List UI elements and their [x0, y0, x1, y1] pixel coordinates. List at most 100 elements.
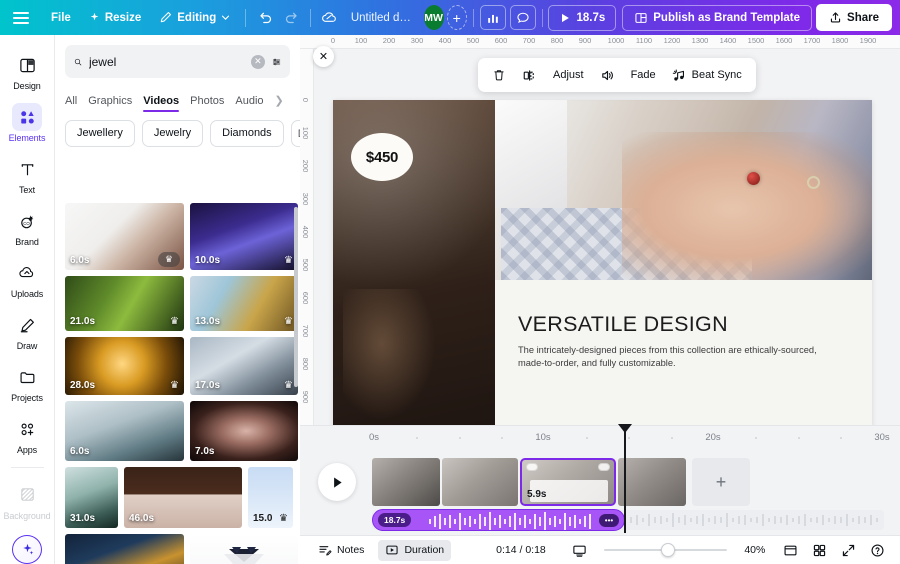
design-canvas[interactable]: $450 VERSATILE DESIGN The intricately-de…	[333, 100, 872, 443]
video-thumbnail[interactable]: 7.0s	[190, 401, 298, 461]
video-thumbnail[interactable]: 21.0s ♛	[65, 276, 184, 331]
panel-scrollbar[interactable]	[294, 207, 298, 387]
price-badge[interactable]: $450	[351, 133, 413, 181]
sidebar-item-draw[interactable]: Draw	[2, 305, 53, 355]
chip-jewelry[interactable]: Jewelry	[141, 120, 204, 147]
vertical-ruler[interactable]: 0 100 200 300 400 500 600 700 800 900 10…	[300, 49, 314, 447]
search-icon	[74, 58, 82, 65]
tab-graphics[interactable]: Graphics	[88, 95, 132, 112]
sidebar-item-uploads[interactable]: Uploads	[2, 253, 53, 303]
video-thumbnail[interactable]: 31.0s	[65, 467, 118, 528]
zoom-level[interactable]: 40%	[744, 544, 765, 556]
video-thumbnail[interactable]: 8.0s ♛	[65, 534, 184, 564]
duration-button[interactable]: Duration	[378, 539, 452, 561]
hamburger-menu-button[interactable]	[8, 5, 34, 31]
document-title[interactable]: Untitled desig…	[343, 12, 424, 24]
zoom-slider-handle[interactable]	[660, 543, 675, 557]
flip-button[interactable]	[515, 63, 544, 87]
beat-sync-button[interactable]: Beat Sync	[665, 63, 749, 87]
sidebar-item-design[interactable]: Design	[2, 45, 53, 95]
timeline-tick-label: 30s	[874, 432, 890, 443]
ruler-tick: 600	[301, 291, 310, 305]
ruler-tick: 1400	[719, 36, 737, 45]
share-button[interactable]: Share	[816, 4, 892, 31]
video-thumbnail[interactable]: 15.0 ♛	[248, 467, 293, 528]
sidebar-item-background[interactable]: Background	[2, 475, 53, 525]
video-thumbnail[interactable]: 6.0s ♛	[65, 203, 184, 270]
magic-studio-button[interactable]	[12, 534, 42, 564]
playhead[interactable]	[617, 424, 632, 533]
sidebar-item-apps[interactable]: Apps	[2, 409, 53, 459]
redo-button[interactable]	[278, 5, 304, 31]
timeline-tick-dot	[840, 437, 842, 439]
help-button[interactable]	[867, 540, 889, 561]
resize-button[interactable]: Resize	[80, 5, 150, 31]
clip-duration-label: 5.9s	[527, 489, 547, 500]
fullscreen-button[interactable]	[838, 540, 860, 561]
clip-trim-handle-right[interactable]	[598, 463, 610, 471]
tab-audio[interactable]: Audio	[235, 95, 263, 112]
video-thumbnail[interactable]: 46.0s	[124, 467, 242, 528]
tab-all[interactable]: All	[65, 95, 77, 112]
cloud-save-status-button[interactable]	[317, 5, 343, 31]
undo-button[interactable]	[252, 5, 278, 31]
chip-diamonds[interactable]: Diamonds	[210, 120, 284, 147]
video-thumbnail[interactable]: 6.0s	[65, 401, 184, 461]
timeline-play-button[interactable]	[318, 463, 356, 501]
insights-button[interactable]	[479, 5, 506, 30]
timeline-clip[interactable]	[442, 458, 518, 506]
filter-sliders-icon[interactable]	[272, 54, 281, 70]
sidebar-item-projects[interactable]: Projects	[2, 357, 53, 407]
timeline-clip-selected[interactable]: 5.9s	[520, 458, 616, 506]
editing-mode-button[interactable]: Editing	[150, 5, 239, 31]
grid-view-button[interactable]	[809, 540, 831, 561]
timeline-ruler[interactable]: 0s 10s 20s 30s	[300, 426, 900, 450]
selected-audio-clip[interactable]: 18.7s •••	[372, 509, 625, 531]
timeline-clip[interactable]	[618, 458, 686, 506]
avatar[interactable]: MW	[423, 5, 444, 30]
video-thumbnail[interactable]: 10.0s ♛	[190, 203, 298, 270]
chip-more[interactable]: D❯	[290, 120, 300, 147]
horizontal-ruler[interactable]: 0 100 200 300 400 500 600 700 800 900 10…	[300, 35, 900, 49]
page-title[interactable]: VERSATILE DESIGN	[518, 312, 848, 337]
sidebar-item-elements[interactable]: Elements	[2, 97, 53, 147]
search-box[interactable]: ✕	[65, 45, 290, 78]
present-screen-button[interactable]	[569, 540, 591, 561]
video-thumbnail[interactable]: 28.0s ♛	[65, 337, 184, 395]
tabs-more-chevron-right-icon[interactable]: ❯	[275, 94, 284, 112]
audio-more-dots-icon[interactable]: •••	[599, 514, 619, 527]
comments-button[interactable]	[509, 5, 536, 30]
tab-photos[interactable]: Photos	[190, 95, 224, 112]
volume-button[interactable]	[593, 63, 622, 87]
ruler-tick: 100	[354, 36, 368, 45]
playhead-handle[interactable]	[617, 424, 632, 433]
timeline-tick-dot	[459, 437, 461, 439]
sidebar-item-text[interactable]: Text	[2, 149, 53, 199]
clear-search-icon[interactable]: ✕	[250, 54, 265, 69]
page-view-button[interactable]	[779, 540, 801, 561]
tab-videos[interactable]: Videos	[143, 95, 179, 112]
adjust-button[interactable]: Adjust	[546, 63, 591, 87]
close-panel-button[interactable]: ✕	[313, 46, 334, 67]
file-menu-button[interactable]: File	[42, 5, 80, 31]
delete-button[interactable]	[485, 63, 513, 87]
chip-jewellery[interactable]: Jewellery	[65, 120, 135, 147]
canvas-subcopy[interactable]: The intricately-designed pieces from thi…	[518, 344, 836, 370]
fade-button[interactable]: Fade	[624, 63, 663, 87]
clip-trim-handle-left[interactable]	[526, 463, 538, 471]
add-collaborator-button[interactable]: +	[446, 5, 467, 30]
video-thumbnail[interactable]: 10.0s ♛	[190, 534, 298, 564]
video-thumbnail[interactable]: 17.0s ♛	[190, 337, 298, 395]
timeline-clip[interactable]	[372, 458, 440, 506]
canvas-text-block[interactable]: VERSATILE DESIGN The intricately-designe…	[518, 312, 848, 370]
canvas-sleeve-detail	[495, 100, 567, 208]
canvas-image-top[interactable]	[495, 100, 872, 280]
video-thumbnail[interactable]: 13.0s ♛	[190, 276, 298, 331]
search-input[interactable]	[88, 54, 244, 69]
zoom-slider[interactable]	[603, 543, 728, 557]
notes-button[interactable]: Notes	[311, 540, 371, 561]
sidebar-item-brand[interactable]: CO Brand	[2, 201, 53, 251]
add-clip-button[interactable]: +	[692, 458, 750, 506]
publish-brand-template-button[interactable]: Publish as Brand Template	[622, 4, 813, 31]
preview-play-button[interactable]: 18.7s	[548, 4, 617, 31]
